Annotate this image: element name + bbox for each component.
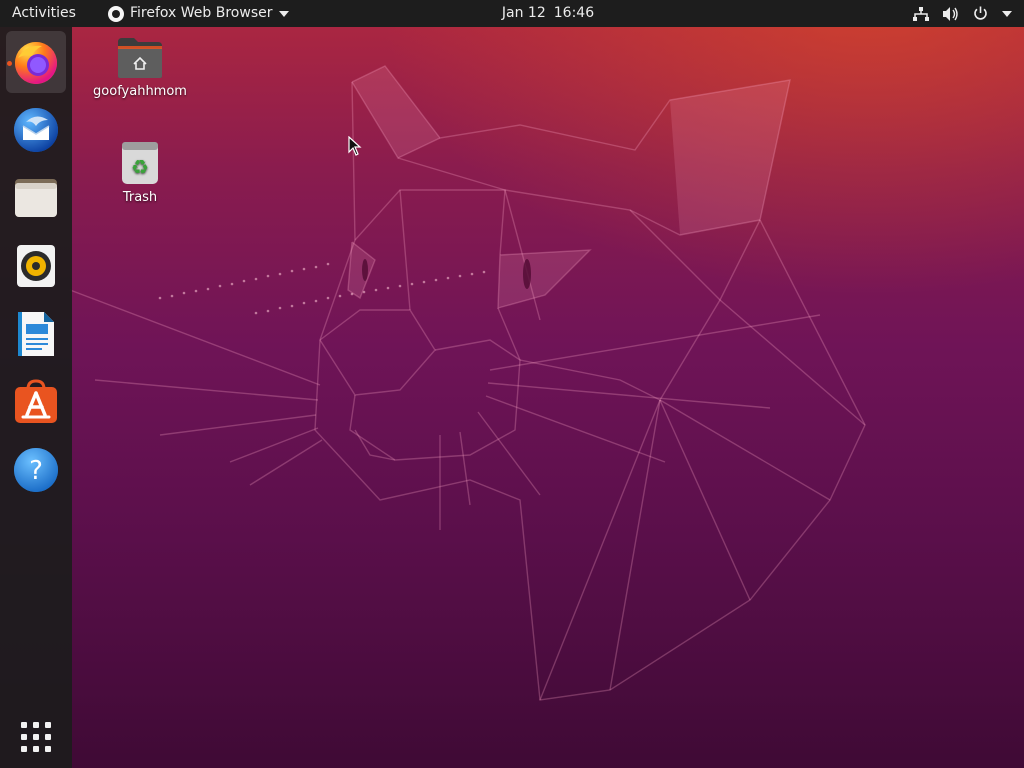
show-applications-button[interactable] [16, 717, 56, 757]
grid-dot [21, 722, 27, 728]
wallpaper-cat-art [69, 65, 866, 701]
dock-item-writer[interactable] [6, 303, 66, 365]
dock-item-thunderbird[interactable] [6, 99, 66, 161]
grid-dot [33, 734, 39, 740]
clock-date: Jan 12 [501, 5, 546, 21]
grid-dot [45, 734, 51, 740]
home-folder-icon [118, 38, 162, 78]
volume-icon [943, 6, 958, 21]
grid-dot [21, 746, 27, 752]
software-icon [15, 379, 57, 423]
grid-dot [21, 734, 27, 740]
dock-item-files[interactable] [6, 167, 66, 229]
dock-item-rhythmbox[interactable] [6, 235, 66, 297]
running-indicator [7, 61, 12, 66]
system-tray[interactable] [913, 0, 1012, 27]
svg-text:?: ? [29, 456, 43, 486]
trash-icon: ♻ [122, 142, 158, 184]
help-icon: ? [14, 448, 58, 492]
top-bar: Activities Firefox Web Browser Jan 12 16:… [0, 0, 1024, 27]
dock-item-firefox[interactable] [6, 31, 66, 93]
clock-time: 16:46 [553, 5, 595, 21]
network-wired-icon [913, 6, 929, 21]
wallpaper[interactable] [0, 0, 1024, 768]
grid-dot [33, 722, 39, 728]
desktop-screen: Activities Firefox Web Browser Jan 12 16:… [0, 0, 1024, 768]
svg-text:♻: ♻ [131, 155, 149, 179]
chevron-down-icon [1002, 10, 1012, 17]
firefox-icon [15, 42, 57, 84]
grid-dot [33, 746, 39, 752]
rhythmbox-icon [17, 245, 55, 287]
desktop-icon-label: goofyahhmom [93, 84, 187, 99]
dock-item-software[interactable] [6, 371, 66, 433]
dock-item-help[interactable]: ? [6, 439, 66, 501]
power-icon [974, 6, 987, 20]
grid-dot [45, 722, 51, 728]
desktop-icon-trash[interactable]: ♻ Trash [85, 140, 195, 205]
dock: ? [0, 27, 72, 768]
files-icon [15, 179, 57, 217]
desktop-icon-home[interactable]: goofyahhmom [85, 36, 195, 99]
writer-icon [18, 312, 54, 356]
thunderbird-icon [14, 108, 58, 152]
mouse-cursor-icon [348, 136, 362, 156]
desktop-icon-label: Trash [122, 190, 158, 205]
grid-dot [45, 746, 51, 752]
clock-button[interactable]: Jan 12 16:46 [0, 0, 1024, 27]
